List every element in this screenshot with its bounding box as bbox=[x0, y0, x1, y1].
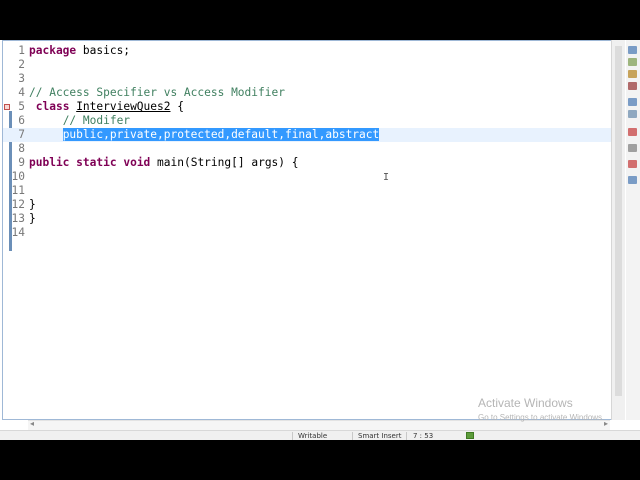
comment-token: // Access Specifier vs Access Modifier bbox=[29, 86, 285, 99]
code-text[interactable]: // Modifer bbox=[29, 114, 130, 128]
status-bar: Writable Smart Insert 7 : 53 bbox=[0, 430, 640, 440]
line-number: 8 bbox=[18, 142, 25, 155]
code-text[interactable]: public,private,protected,default,final,a… bbox=[29, 128, 380, 142]
problems-icon[interactable] bbox=[628, 82, 637, 90]
code-token: InterviewQues2 bbox=[76, 100, 171, 113]
line-number: 2 bbox=[18, 58, 25, 71]
java-editor[interactable]: 1 package basics; 2 3 4 // Access Specifier v… bbox=[2, 40, 612, 420]
code-text[interactable]: } bbox=[29, 212, 36, 226]
task-list-icon[interactable] bbox=[628, 58, 637, 66]
code-line[interactable]: 10 bbox=[3, 170, 611, 184]
status-separator bbox=[406, 432, 407, 440]
watermark-subtitle: Go to Settings to activate Windows. bbox=[478, 413, 605, 422]
status-writable: Writable bbox=[298, 432, 328, 440]
line-number: 1 bbox=[18, 44, 25, 57]
comment-token: // Modifer bbox=[62, 114, 131, 127]
code-token: ) { bbox=[278, 156, 299, 169]
code-line[interactable]: 3 bbox=[3, 72, 611, 86]
scroll-left-icon[interactable]: ◂ bbox=[30, 419, 34, 428]
status-cursor-position: 7 : 53 bbox=[413, 432, 434, 440]
line-number: 6 bbox=[18, 114, 25, 127]
line-number: 9 bbox=[18, 156, 25, 169]
code-text[interactable]: } bbox=[29, 198, 36, 212]
text-cursor-icon: I bbox=[383, 172, 390, 183]
keyword-token: package bbox=[29, 44, 77, 57]
activate-windows-watermark: Activate Windows Go to Settings to activ… bbox=[478, 396, 604, 422]
progress-view-icon[interactable] bbox=[628, 144, 637, 152]
code-line[interactable]: 4 // Access Specifier vs Access Modifier bbox=[3, 86, 611, 100]
status-separator bbox=[292, 432, 293, 440]
code-line[interactable]: 14 bbox=[3, 226, 611, 240]
line-number: 7 bbox=[18, 128, 25, 141]
line-number: 14 bbox=[11, 226, 25, 239]
keyword-token: void bbox=[123, 156, 151, 169]
vertical-scrollbar[interactable] bbox=[611, 40, 625, 420]
watermark-title: Activate Windows bbox=[478, 396, 573, 410]
build-progress-icon[interactable] bbox=[466, 432, 474, 439]
line-number: 5 bbox=[18, 100, 25, 113]
line-number: 11 bbox=[11, 184, 25, 197]
code-line[interactable]: 5 class InterviewQues2 { bbox=[3, 100, 611, 114]
keyword-token: class bbox=[35, 100, 70, 113]
code-text[interactable]: package basics; bbox=[29, 44, 130, 58]
top-black-bar bbox=[0, 0, 640, 40]
code-line[interactable]: 9 public static void main(String[] args) … bbox=[3, 156, 611, 170]
code-line[interactable]: 12} bbox=[3, 198, 611, 212]
line-number: 4 bbox=[18, 86, 25, 99]
line-number: 12 bbox=[11, 198, 25, 211]
code-token: } bbox=[29, 198, 36, 211]
status-separator bbox=[352, 432, 353, 440]
code-line[interactable]: 2 bbox=[3, 58, 611, 72]
keyword-token: static bbox=[76, 156, 117, 169]
code-line[interactable]: 6 // Modifer bbox=[3, 114, 611, 128]
code-line[interactable]: 7 public,private,protected,default,final… bbox=[3, 128, 611, 142]
history-icon[interactable] bbox=[628, 160, 637, 168]
selected-text: public,private,protected,default,final,a… bbox=[62, 128, 380, 141]
eclipse-window: 1 package basics; 2 3 4 // Access Specifier v… bbox=[0, 40, 640, 440]
code-token: main(String[] bbox=[150, 156, 252, 169]
code-token: basics; bbox=[76, 44, 131, 57]
line-number: 3 bbox=[18, 72, 25, 85]
code-token: } bbox=[29, 212, 36, 225]
console-icon[interactable] bbox=[628, 70, 637, 78]
keyword-token: public bbox=[29, 156, 70, 169]
line-number: 13 bbox=[11, 212, 25, 225]
scroll-right-icon[interactable]: ▸ bbox=[604, 419, 608, 428]
declaration-icon[interactable] bbox=[628, 110, 637, 118]
vertical-scroll-thumb[interactable] bbox=[615, 46, 622, 396]
bottom-black-bar bbox=[0, 440, 640, 480]
code-line[interactable]: 11 bbox=[3, 184, 611, 198]
code-token: args bbox=[251, 156, 279, 169]
code-token: { bbox=[170, 100, 184, 113]
code-line[interactable]: 1 package basics; bbox=[3, 44, 611, 58]
line-number: 10 bbox=[11, 170, 25, 183]
code-line[interactable]: 8 bbox=[3, 142, 611, 156]
code-line[interactable]: 13} bbox=[3, 212, 611, 226]
search-view-icon[interactable] bbox=[628, 128, 637, 136]
status-insert-mode: Smart Insert bbox=[358, 432, 402, 440]
code-text[interactable]: class InterviewQues2 { bbox=[29, 100, 184, 114]
bookmarks-icon[interactable] bbox=[628, 176, 637, 184]
code-text[interactable]: public static void main(String[] args) { bbox=[29, 156, 299, 170]
side-view-toolbar bbox=[626, 40, 640, 420]
javadoc-icon[interactable] bbox=[628, 98, 637, 106]
code-text[interactable]: // Access Specifier vs Access Modifier bbox=[29, 86, 285, 100]
outline-icon[interactable] bbox=[628, 46, 637, 54]
